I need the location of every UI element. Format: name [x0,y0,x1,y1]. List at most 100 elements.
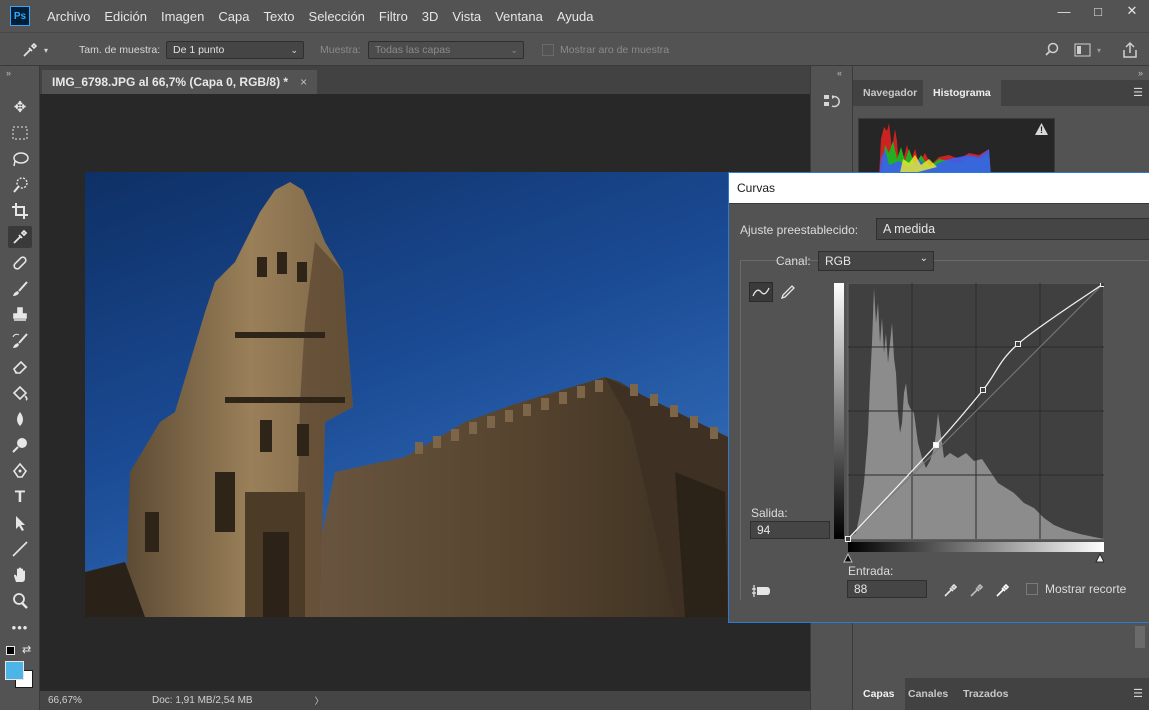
sample-size-select[interactable]: De 1 punto ⌄ [166,41,304,59]
curve-edit-mode-button[interactable] [749,282,773,302]
menu-edicion[interactable]: Edición [104,9,147,24]
hand-icon[interactable] [8,564,32,586]
tools-panel: » ✥ T ••• ⇄ [0,66,40,710]
curve-point[interactable] [1100,283,1105,287]
on-image-adjust-button[interactable] [751,583,773,602]
close-tab-icon[interactable]: × [300,75,307,89]
collapse-panels-icon[interactable]: » [1138,68,1143,78]
show-clipping-checkbox[interactable] [1026,583,1038,595]
document-tab-bar: IMG_6798.JPG al 66,7% (Capa 0, RGB/8) * … [40,66,810,94]
white-point-eyedropper[interactable] [992,580,1014,600]
history-brush-icon[interactable] [8,330,32,352]
brush-icon[interactable] [8,278,32,300]
path-select-icon[interactable] [8,512,32,534]
share-button[interactable] [1121,33,1139,67]
move-icon[interactable]: ✥ [8,96,32,118]
healing-icon[interactable] [8,252,32,274]
dodge-icon[interactable] [8,434,32,456]
zoom-icon[interactable] [8,590,32,612]
panel-menu-icon[interactable]: ☰ [1133,86,1143,99]
dialog-title[interactable]: Curvas [729,173,1149,203]
menu-capa[interactable]: Capa [218,9,249,24]
histogram-graph [879,123,991,177]
channel-label: Canal: [776,254,811,268]
channel-select[interactable]: RGB ⌄ [818,251,934,271]
sample-label: Muestra: [320,44,361,56]
input-field[interactable]: 88 [847,580,927,598]
more-icon[interactable]: ••• [8,616,32,638]
curve-point[interactable] [845,536,851,542]
type-icon[interactable]: T [8,486,32,508]
menu-ventana[interactable]: Ventana [495,9,543,24]
workspace-button[interactable]: ▾ [1074,33,1101,67]
collapse-toolbar-icon[interactable]: » [6,68,11,78]
curves-graph[interactable] [834,283,1104,575]
tab-canales[interactable]: Canales [898,678,958,710]
curve-point[interactable] [1015,341,1021,347]
foreground-color-swatch[interactable] [5,661,24,680]
lasso-icon[interactable] [8,148,32,170]
show-ring-checkbox[interactable] [542,44,554,56]
menu-texto[interactable]: Texto [263,9,294,24]
status-menu-arrow[interactable]: 〉 [315,694,324,707]
eyedropper-icon [970,583,984,597]
marquee-icon[interactable] [8,122,32,144]
curve-icon [752,287,770,297]
black-point-eyedropper[interactable] [940,580,962,600]
sample-size-value: De 1 punto [173,44,225,56]
menu-3d[interactable]: 3D [422,9,439,24]
pencil-mode-button[interactable] [777,282,799,302]
minimize-button[interactable]: — [1047,0,1081,22]
show-clipping-label: Mostrar recorte [1045,582,1127,596]
preset-value: A medida [883,222,936,236]
menu-archivo[interactable]: Archivo [47,9,90,24]
tool-preset-picker[interactable]: ▾ [20,33,48,67]
default-colors-icon[interactable] [6,646,15,655]
input-gradient-bar [848,542,1104,552]
curve-point[interactable] [933,442,939,448]
pen-icon[interactable] [8,460,32,482]
curves-dialog: Curvas Ajuste preestablecido: A medida C… [728,172,1149,623]
swap-colors-icon[interactable]: ⇄ [22,643,31,656]
tab-capas[interactable]: Capas [853,678,905,710]
menu-filtro[interactable]: Filtro [379,9,408,24]
hand-adjust-icon [752,585,770,597]
blur-icon[interactable] [8,408,32,430]
stamp-icon[interactable] [8,304,32,326]
crop-icon[interactable] [8,200,32,222]
photoshop-logo: Ps [10,6,30,26]
chevron-down-icon: ⌄ [510,45,518,55]
menu-seleccion[interactable]: Selección [309,9,365,24]
zoom-readout[interactable]: 66,67% [48,695,128,706]
tab-navegador[interactable]: Navegador [853,80,927,106]
document-tab[interactable]: IMG_6798.JPG al 66,7% (Capa 0, RGB/8) * … [42,70,318,94]
expand-panels-icon[interactable]: « [837,68,842,78]
gradient-icon[interactable] [8,382,32,404]
eyedropper-icon[interactable] [8,226,32,248]
black-point-slider [843,552,853,563]
tab-trazados[interactable]: Trazados [953,678,1019,710]
show-ring-option[interactable]: Mostrar aro de muestra [542,33,669,67]
maximize-button[interactable]: □ [1081,0,1115,22]
close-button[interactable]: ✕ [1115,0,1149,22]
tab-histograma[interactable]: Histograma [923,80,1001,106]
gray-point-eyedropper[interactable] [966,580,988,600]
title-divider [729,203,1149,204]
sample-select[interactable]: Todas las capas ⌄ [368,41,524,59]
curve-point[interactable] [980,387,986,393]
search-button[interactable] [1044,33,1060,67]
menu-vista[interactable]: Vista [452,9,481,24]
panel-scrollbar[interactable] [1135,626,1145,648]
eraser-icon[interactable] [8,356,32,378]
quick-select-icon[interactable] [8,174,32,196]
output-field[interactable]: 94 [750,521,830,539]
menu-ayuda[interactable]: Ayuda [557,9,594,24]
share-icon [1123,41,1137,58]
panel-menu-icon[interactable]: ☰ [1133,687,1143,700]
line-icon[interactable] [8,538,32,560]
window-controls: — □ ✕ [1047,0,1149,24]
menu-imagen[interactable]: Imagen [161,9,204,24]
preset-select[interactable]: A medida [876,218,1149,240]
document-image[interactable] [85,172,728,617]
history-panel-icon[interactable] [823,92,841,113]
